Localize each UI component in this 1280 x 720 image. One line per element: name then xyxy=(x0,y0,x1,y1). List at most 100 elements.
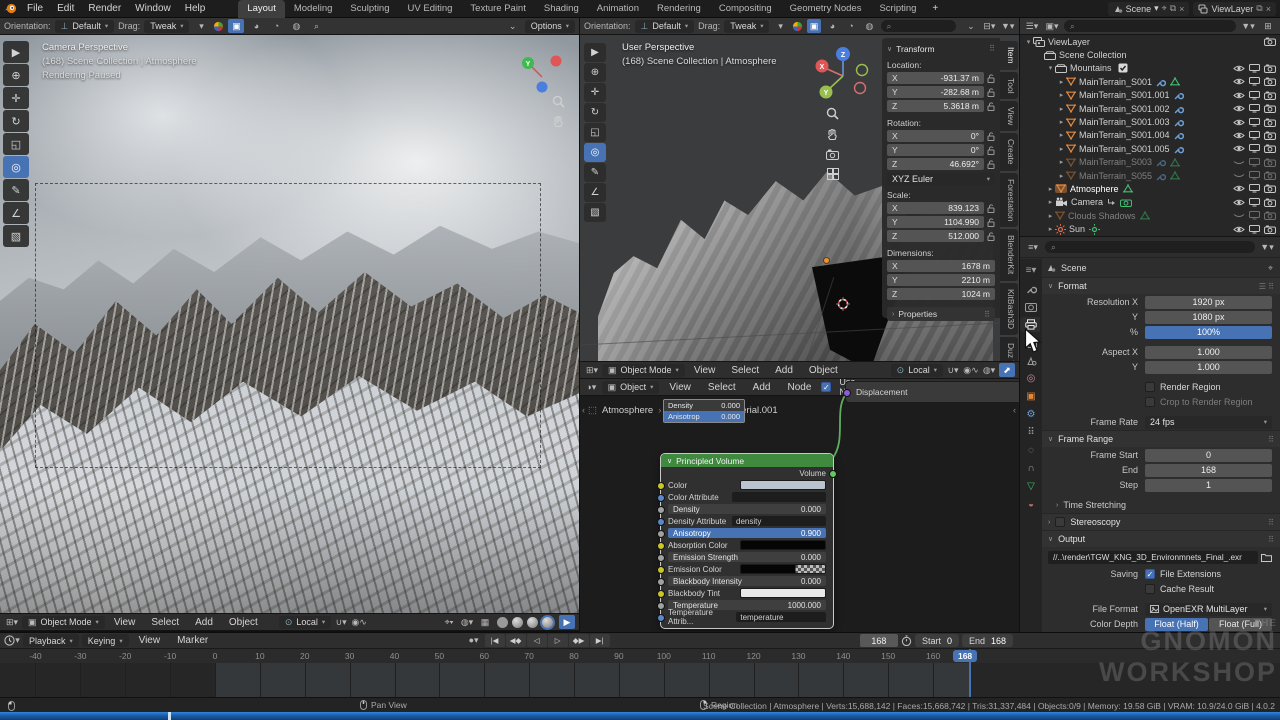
screen-toggle-icon[interactable] xyxy=(1249,144,1260,153)
globe-icon[interactable]: ◕ xyxy=(248,19,264,33)
location-z-field[interactable]: Z5.3618 m xyxy=(887,100,984,112)
principled-volume-node[interactable]: ∨Principled Volume Volume ColorColor Att… xyxy=(660,453,834,629)
input-socket[interactable] xyxy=(657,506,665,514)
jump-to-end-button[interactable]: ▶| xyxy=(590,634,610,647)
playback-dropdown[interactable]: Playback▾ xyxy=(23,634,79,647)
keying-dropdown[interactable]: Keying▾ xyxy=(82,634,129,647)
workspace-tab-uv-editing[interactable]: UV Editing xyxy=(399,0,462,18)
disclosure-icon[interactable]: ▸ xyxy=(1057,145,1066,153)
input-socket[interactable] xyxy=(657,602,665,610)
eye-toggle-icon[interactable] xyxy=(1233,77,1245,86)
section-header-stereoscopy[interactable]: ›Stereoscopy⠿ xyxy=(1042,513,1280,530)
dimensions-z-field[interactable]: Z1024 m xyxy=(887,288,995,300)
menu-view[interactable]: View xyxy=(687,365,723,376)
zoom-icon[interactable] xyxy=(826,107,839,120)
nav-gizmo-partial[interactable]: Y xyxy=(512,47,568,97)
menu-view[interactable]: View xyxy=(662,382,698,393)
input-socket[interactable] xyxy=(657,530,665,538)
eye-toggle-icon[interactable] xyxy=(1233,91,1245,100)
editor-type-icon[interactable]: ⊞▾ xyxy=(584,363,600,377)
object-name[interactable]: MainTerrain_S055 xyxy=(1079,171,1152,181)
eye-toggle-icon[interactable] xyxy=(1233,171,1245,180)
copy-scene-icon[interactable]: ⧉ xyxy=(1170,3,1176,14)
scale-tool[interactable]: ◱ xyxy=(3,133,29,155)
video-playhead[interactable] xyxy=(168,712,171,720)
properties-tab-world[interactable]: ◎ xyxy=(1022,371,1040,386)
disclosure-icon[interactable]: ▸ xyxy=(1057,78,1066,86)
float-row-anisotrop[interactable]: Anisotrop0.000 xyxy=(664,411,744,422)
camera-toggle-icon[interactable] xyxy=(1264,184,1276,193)
slider-anisotropy[interactable]: Anisotropy0.900 xyxy=(668,528,826,538)
text-field[interactable]: density xyxy=(732,516,826,526)
frame-end-field[interactable]: End168 xyxy=(962,634,1013,647)
rotation-x-lock-icon[interactable] xyxy=(987,132,995,141)
play-reverse-button[interactable]: ◁ xyxy=(527,634,547,647)
object-name[interactable]: MainTerrain_S001.005 xyxy=(1079,144,1170,154)
end-field[interactable]: 168 xyxy=(1145,464,1272,477)
menu-view[interactable]: View xyxy=(107,617,143,628)
output-path-field[interactable]: //..\render\TGW_KNG_3D_Environmnets_Fina… xyxy=(1048,551,1258,564)
jump-to-start-button[interactable]: |◀ xyxy=(485,634,505,647)
grid-toggle-icon[interactable] xyxy=(827,168,839,180)
scale-tool[interactable]: ◱ xyxy=(584,123,606,142)
disclosure-icon[interactable]: ▸ xyxy=(1057,131,1066,139)
workspace-tab-geometry-nodes[interactable]: Geometry Nodes xyxy=(781,0,871,18)
aspect-x-field[interactable]: 1.000 xyxy=(1145,346,1272,359)
editor-type-icon[interactable]: ≡▾ xyxy=(1025,240,1041,254)
properties-tab-material[interactable]: ◒ xyxy=(1022,497,1040,512)
camera-toggle-icon[interactable] xyxy=(1264,198,1276,207)
node-input-emission-color[interactable]: Emission Color xyxy=(661,563,833,575)
properties-tab-modifiers[interactable]: ⚙ xyxy=(1022,407,1040,422)
add-cube-tool[interactable]: ▧ xyxy=(3,225,29,247)
screen-toggle-icon[interactable] xyxy=(1249,158,1260,167)
falloff-icon[interactable]: ◍ xyxy=(862,19,876,33)
overlays-icon[interactable]: ◍▾ xyxy=(981,363,997,377)
disclosure-icon[interactable]: ▸ xyxy=(1057,118,1066,126)
outliner-row-mainterrain-s001-002[interactable]: ▸MainTerrain_S001.002 xyxy=(1020,102,1280,115)
colorwheel-icon[interactable] xyxy=(213,21,224,32)
bookmark-icon[interactable]: ⌄ xyxy=(964,19,978,33)
npanel-tab-duz-to-blen[interactable]: Duz To Blen xyxy=(1000,337,1018,361)
outliner-row-mainterrain-s001-001[interactable]: ▸MainTerrain_S001.001 xyxy=(1020,89,1280,102)
outliner-row-camera[interactable]: ▸ Camera xyxy=(1020,196,1280,209)
menu-select[interactable]: Select xyxy=(724,365,766,376)
node-input-absorption-color[interactable]: Absorption Color xyxy=(661,539,833,551)
screen-toggle-icon[interactable] xyxy=(1249,131,1260,140)
timeline-ruler[interactable]: -40-30-20-100102030405060708090100110120… xyxy=(0,649,1280,663)
proportional-edit-icon[interactable]: ◉∿ xyxy=(963,363,979,377)
npanel-tab-tool[interactable]: Tool xyxy=(1000,72,1018,100)
disclosure-icon[interactable]: ▸ xyxy=(1046,198,1055,206)
crop-to-render-region-checkbox[interactable] xyxy=(1145,397,1155,407)
camera-toggle-icon[interactable] xyxy=(1264,211,1276,220)
location-x-lock-icon[interactable] xyxy=(987,74,995,83)
outliner-row-mainterrain-s003[interactable]: ▸MainTerrain_S003 xyxy=(1020,156,1280,169)
properties-filter-icon[interactable]: ▼▾ xyxy=(1259,240,1275,254)
main-menu-help[interactable]: Help xyxy=(178,3,213,14)
screen-toggle-icon[interactable] xyxy=(1249,77,1260,86)
show-gizmo-icon[interactable]: ⌖▾ xyxy=(441,615,457,629)
eye-toggle-icon[interactable] xyxy=(1233,118,1245,127)
workspace-tab-scripting[interactable]: Scripting xyxy=(870,0,925,18)
menu-select[interactable]: Select xyxy=(144,617,186,628)
collections-visibility-icon[interactable]: ⊟▾ xyxy=(982,19,996,33)
snap-magnet-icon[interactable]: ∪▾ xyxy=(333,615,349,629)
snap-active-icon[interactable]: ▣ xyxy=(807,19,821,33)
slider-blackbody-intensity[interactable]: Blackbody Intensity0.000 xyxy=(668,576,826,586)
camera-toggle-icon[interactable] xyxy=(1264,64,1276,73)
object-name[interactable]: Camera xyxy=(1071,197,1103,207)
shading-material-icon[interactable] xyxy=(527,617,538,628)
falloff-icon[interactable]: ◍ xyxy=(288,19,304,33)
cursor-tool[interactable]: ⊕ xyxy=(584,63,606,82)
properties-tab-tool[interactable] xyxy=(1022,281,1040,296)
scale-x-field[interactable]: X839.123 xyxy=(887,202,984,214)
gizmos-active-icon[interactable]: ⬈ xyxy=(999,363,1015,377)
breadcrumb-scene[interactable]: Scene xyxy=(1061,263,1087,273)
eye-toggle-icon[interactable] xyxy=(1233,184,1245,193)
camera-toggle-icon[interactable] xyxy=(1264,131,1276,140)
measure-tool[interactable]: ∠ xyxy=(3,202,29,224)
text-field[interactable] xyxy=(732,492,826,502)
proportional-icon[interactable]: ◔ xyxy=(844,19,858,33)
outliner-row-viewlayer[interactable]: ▾ViewLayer xyxy=(1020,35,1280,48)
editor-type-icon[interactable]: ▾ xyxy=(4,634,20,648)
object-name[interactable]: MainTerrain_S001.004 xyxy=(1079,130,1170,140)
